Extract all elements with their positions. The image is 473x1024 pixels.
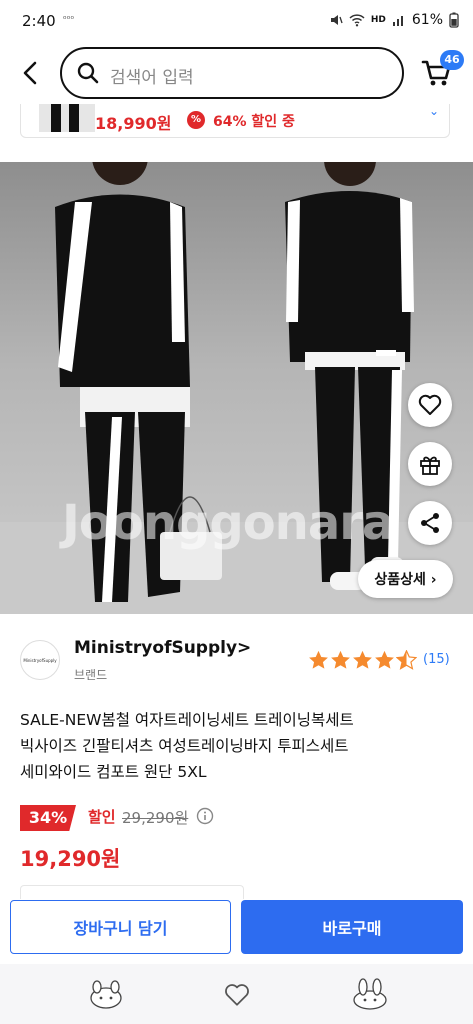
heart-icon (418, 394, 442, 415)
discount-label: 할인 (88, 808, 116, 826)
summary-discount-text: 64% 할인 중 (213, 114, 295, 130)
back-button[interactable] (16, 58, 46, 88)
battery-icon (449, 12, 459, 28)
navigation-bar (0, 964, 473, 1024)
cart-count-badge: 46 (440, 50, 464, 70)
status-right-icons: HD 61% (329, 12, 459, 28)
chevron-down-icon: ⌄ (428, 104, 439, 118)
status-bar: 2:40 ᵒᵒᵒ HD 61% (0, 0, 473, 44)
search-input[interactable]: 검색어 입력 (60, 47, 404, 99)
rating-stars[interactable] (308, 650, 417, 670)
star-half-icon (396, 650, 417, 670)
final-price: 19,290원 (20, 847, 121, 871)
sticky-price-summary[interactable]: 18,990원 % 64% 할인 중 ⌄ (20, 104, 450, 138)
star-icon (353, 650, 372, 669)
buy-now-button[interactable]: 바로구매 (241, 900, 463, 954)
heart-outline-icon[interactable] (224, 983, 250, 1007)
product-detail-button[interactable]: 상품상세 › (358, 560, 453, 598)
gift-button[interactable] (408, 442, 452, 486)
review-count[interactable]: (15) (423, 652, 450, 667)
store-type-label: 브랜드 (74, 668, 108, 682)
bunny-character-icon[interactable] (88, 980, 124, 1010)
watermark: Joonggonara (62, 495, 394, 551)
star-icon (375, 650, 394, 669)
product-title-line: SALE-NEW봄철 여자트레이닝세트 트레이닝복세트 (20, 711, 354, 729)
store-logo[interactable]: MinistryofSupply (20, 640, 60, 680)
discount-rate-badge: 34% (20, 805, 76, 831)
share-button[interactable] (408, 501, 452, 545)
hd-voice-icon: HD (370, 14, 386, 25)
add-to-cart-button[interactable]: 장바구니 담기 (10, 900, 231, 954)
product-image[interactable]: Joonggonara (0, 162, 473, 614)
search-placeholder: 검색어 입력 (110, 68, 194, 88)
status-notification-icon: ᵒᵒᵒ (63, 15, 75, 25)
product-title: SALE-NEW봄철 여자트레이닝세트 트레이닝복세트 빅사이즈 긴팔티셔츠 여… (20, 707, 460, 785)
search-icon (77, 62, 99, 84)
star-icon (309, 650, 328, 669)
share-icon (421, 513, 439, 533)
info-icon[interactable] (196, 807, 214, 829)
gift-icon (420, 456, 440, 475)
like-button[interactable] (408, 383, 452, 427)
wifi-icon (349, 14, 365, 27)
store-name-link[interactable]: MinistryofSupply> (74, 638, 251, 658)
star-icon (331, 650, 350, 669)
summary-price: 18,990원 (95, 114, 172, 133)
signal-icon (392, 16, 403, 26)
chevron-left-icon (23, 61, 37, 85)
bunny-ears-icon[interactable] (350, 978, 390, 1010)
battery-level: 61% (411, 12, 443, 28)
original-price: 29,290원 (122, 809, 189, 827)
coupon-box-edge (20, 885, 244, 899)
mute-icon (330, 15, 343, 25)
product-thumbnail (39, 104, 95, 132)
status-time: 2:40 (22, 12, 56, 30)
product-title-line: 빅사이즈 긴팔티셔츠 여성트레이닝바지 투피스세트 (20, 737, 349, 755)
discount-percent-icon: % (187, 111, 205, 129)
product-title-line: 세미와이드 컴포트 원단 5XL (20, 763, 207, 781)
